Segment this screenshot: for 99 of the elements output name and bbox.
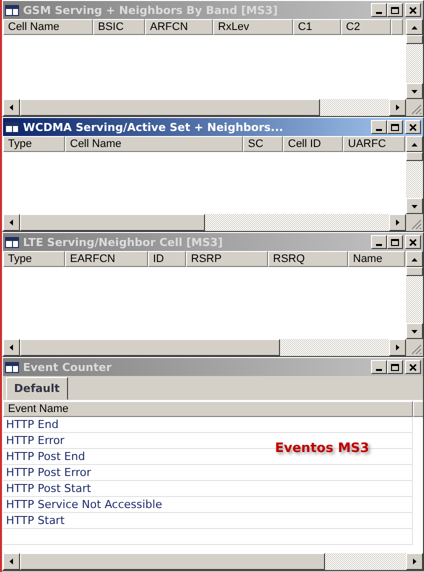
scroll-down-button[interactable] bbox=[406, 83, 423, 99]
window-icon bbox=[5, 236, 19, 248]
column-header[interactable]: Type bbox=[3, 251, 65, 267]
down-arrow-icon bbox=[411, 328, 418, 334]
scroll-up-button[interactable] bbox=[406, 136, 423, 152]
scroll-right-button[interactable] bbox=[389, 339, 406, 356]
vertical-scrollbar[interactable] bbox=[406, 251, 423, 339]
column-header[interactable]: Cell Name bbox=[3, 19, 93, 35]
right-arrow-icon bbox=[394, 344, 401, 351]
left-arrow-icon bbox=[8, 558, 15, 565]
scroll-up-button[interactable] bbox=[406, 251, 423, 267]
right-arrow-icon bbox=[411, 558, 418, 565]
horizontal-scrollbar[interactable] bbox=[3, 339, 406, 356]
event-row[interactable]: HTTP Post Error bbox=[3, 465, 413, 481]
column-header[interactable]: EARFCN bbox=[65, 251, 148, 267]
right-arrow-icon bbox=[394, 219, 401, 226]
scroll-down-button[interactable] bbox=[406, 198, 423, 214]
down-arrow-icon bbox=[411, 88, 418, 94]
scroll-thumb[interactable] bbox=[20, 339, 280, 356]
column-header[interactable]: RSRP bbox=[186, 251, 268, 267]
left-arrow-icon bbox=[8, 104, 15, 111]
left-arrow-icon bbox=[8, 344, 15, 351]
column-header[interactable]: UARFC bbox=[343, 136, 405, 152]
up-arrow-icon bbox=[411, 140, 418, 148]
window-icon bbox=[5, 4, 19, 16]
horizontal-scrollbar[interactable] bbox=[3, 214, 406, 231]
minimize-icon bbox=[376, 244, 382, 246]
column-header[interactable]: Event Name bbox=[3, 401, 413, 417]
left-arrow-icon bbox=[8, 219, 15, 226]
maximize-icon bbox=[391, 238, 399, 246]
scroll-thumb[interactable] bbox=[406, 35, 423, 44]
scroll-left-button[interactable] bbox=[3, 214, 20, 231]
column-header[interactable]: C2 bbox=[341, 19, 391, 35]
maximize-button[interactable] bbox=[387, 3, 403, 17]
scroll-thumb[interactable] bbox=[406, 152, 423, 161]
column-header[interactable]: Name bbox=[348, 251, 405, 267]
horizontal-scrollbar[interactable] bbox=[3, 99, 406, 116]
window-title: WCDMA Serving/Active Set + Neighbors... bbox=[23, 120, 284, 134]
event-row[interactable]: HTTP Service Not Accessible bbox=[3, 497, 413, 513]
column-header[interactable]: SC bbox=[243, 136, 283, 152]
column-header[interactable] bbox=[391, 19, 403, 35]
minimize-button[interactable] bbox=[371, 235, 387, 249]
minimize-button[interactable] bbox=[371, 3, 387, 17]
scroll-left-button[interactable] bbox=[3, 99, 20, 116]
scroll-down-button[interactable] bbox=[406, 323, 423, 339]
scroll-thumb[interactable] bbox=[20, 214, 205, 231]
window-icon bbox=[5, 122, 19, 132]
column-header[interactable]: BSIC bbox=[93, 19, 145, 35]
scroll-right-button[interactable] bbox=[406, 553, 423, 570]
event-row[interactable]: HTTP Start bbox=[3, 513, 413, 529]
up-arrow-icon bbox=[411, 256, 418, 262]
close-icon bbox=[409, 6, 417, 14]
scroll-thumb[interactable] bbox=[20, 553, 325, 570]
event-row[interactable]: HTTP End bbox=[3, 417, 413, 433]
scroll-thumb[interactable] bbox=[20, 99, 320, 116]
column-header[interactable]: Cell ID bbox=[283, 136, 343, 152]
close-button[interactable] bbox=[405, 360, 421, 374]
scroll-left-button[interactable] bbox=[3, 339, 20, 356]
maximize-icon bbox=[391, 364, 399, 370]
window-title: LTE Serving/Neighbor Cell [MS3] bbox=[23, 236, 224, 248]
minimize-button[interactable] bbox=[371, 360, 387, 374]
window-icon bbox=[5, 362, 19, 372]
minimize-icon bbox=[376, 369, 382, 371]
column-header[interactable]: RxLev bbox=[213, 19, 293, 35]
column-header[interactable]: Type bbox=[3, 136, 65, 152]
column-header[interactable]: ID bbox=[148, 251, 186, 267]
minimize-icon bbox=[376, 12, 382, 14]
down-arrow-icon bbox=[411, 202, 418, 210]
right-arrow-icon bbox=[394, 104, 401, 111]
scroll-thumb[interactable] bbox=[406, 267, 423, 276]
close-icon bbox=[409, 238, 417, 246]
column-header[interactable] bbox=[413, 401, 423, 417]
scroll-left-button[interactable] bbox=[3, 553, 20, 570]
tab[interactable]: Default bbox=[6, 377, 68, 400]
maximize-button[interactable] bbox=[387, 360, 403, 374]
vertical-scrollbar[interactable] bbox=[406, 19, 423, 99]
close-button[interactable] bbox=[405, 120, 421, 134]
close-icon bbox=[409, 364, 417, 370]
vertical-scrollbar[interactable] bbox=[406, 136, 423, 214]
close-button[interactable] bbox=[405, 3, 421, 17]
column-header[interactable]: Cell Name bbox=[65, 136, 243, 152]
window-title: Event Counter bbox=[23, 360, 112, 374]
column-header[interactable]: C1 bbox=[293, 19, 341, 35]
scroll-up-button[interactable] bbox=[406, 19, 423, 35]
maximize-icon bbox=[391, 124, 399, 130]
minimize-icon bbox=[376, 129, 382, 131]
column-header[interactable]: RSRQ bbox=[268, 251, 348, 267]
close-button[interactable] bbox=[405, 235, 421, 249]
up-arrow-icon bbox=[411, 24, 418, 30]
close-icon bbox=[409, 124, 417, 130]
horizontal-scrollbar[interactable] bbox=[3, 553, 423, 570]
minimize-button[interactable] bbox=[371, 120, 387, 134]
event-row[interactable]: HTTP Post Start bbox=[3, 481, 413, 497]
maximize-button[interactable] bbox=[387, 120, 403, 134]
scroll-right-button[interactable] bbox=[389, 99, 406, 116]
scroll-right-button[interactable] bbox=[389, 214, 406, 231]
maximize-button[interactable] bbox=[387, 235, 403, 249]
column-header[interactable]: ARFCN bbox=[145, 19, 213, 35]
maximize-icon bbox=[391, 6, 399, 14]
